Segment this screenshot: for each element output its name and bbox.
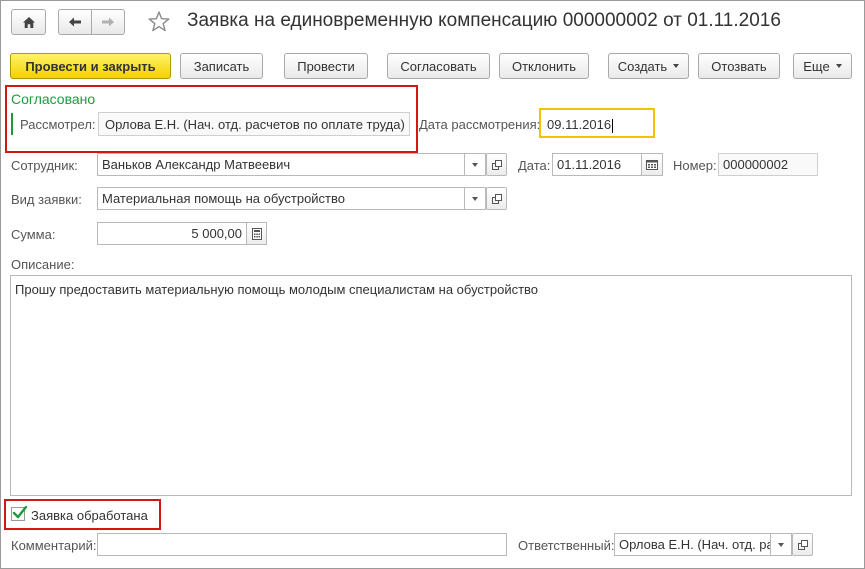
back-arrow-icon: [69, 17, 81, 27]
favorite-button[interactable]: [147, 10, 173, 34]
create-label: Создать: [617, 58, 668, 74]
number-label: Номер:: [673, 158, 717, 173]
chevron-down-icon: [472, 162, 478, 167]
request-type-dropdown-button[interactable]: [465, 187, 486, 210]
chevron-down-icon: [673, 64, 680, 68]
approve-button[interactable]: Согласовать: [387, 53, 490, 79]
employee-open-button[interactable]: [486, 153, 507, 176]
status-bar: [11, 113, 13, 135]
calendar-icon: [646, 160, 658, 170]
employee-field[interactable]: Ваньков Александр Матвеевич: [97, 153, 465, 176]
save-button[interactable]: Записать: [180, 53, 263, 79]
chevron-down-icon: [472, 196, 478, 201]
checkmark-icon: [12, 505, 28, 519]
responsible-dropdown-button[interactable]: [771, 533, 792, 556]
review-date-field[interactable]: 09.11.2016: [539, 108, 655, 138]
text-cursor: [612, 118, 614, 133]
request-type-label: Вид заявки:: [11, 192, 82, 207]
create-menu-button[interactable]: Создать: [608, 53, 689, 79]
approval-status: Согласовано: [11, 91, 96, 107]
amount-label: Сумма:: [11, 227, 56, 242]
date-label: Дата:: [518, 158, 551, 173]
open-icon: [491, 193, 502, 204]
post-button[interactable]: Провести: [284, 53, 368, 79]
reviewer-label: Рассмотрел:: [20, 117, 96, 132]
review-date-value: 09.11.2016: [547, 117, 612, 132]
request-type-open-button[interactable]: [486, 187, 507, 210]
employee-label: Сотрудник:: [11, 158, 78, 173]
comment-label: Комментарий:: [11, 538, 97, 553]
open-icon: [797, 539, 808, 550]
description-textarea[interactable]: Прошу предоставить материальную помощь м…: [10, 275, 852, 496]
amount-field[interactable]: 5 000,00: [97, 222, 247, 245]
responsible-open-button[interactable]: [792, 533, 813, 556]
date-field[interactable]: 01.11.2016: [552, 153, 642, 176]
responsible-label: Ответственный:: [518, 538, 615, 553]
processed-label: Заявка обработана: [31, 508, 148, 523]
calculator-icon: [251, 227, 262, 240]
star-icon: [148, 11, 170, 32]
open-icon: [491, 159, 502, 170]
reject-button[interactable]: Отклонить: [499, 53, 589, 79]
more-label: Еще: [803, 58, 830, 74]
reviewer-field[interactable]: Орлова Е.Н. (Нач. отд. расчетов по оплат…: [98, 112, 410, 136]
responsible-field[interactable]: Орлова Е.Н. (Нач. отд. ра: [614, 533, 771, 556]
home-icon: [22, 16, 35, 28]
calculator-button[interactable]: [246, 222, 267, 245]
review-date-label: Дата рассмотрения:: [419, 117, 541, 132]
post-and-close-button[interactable]: Провести и закрыть: [10, 53, 171, 79]
calendar-button[interactable]: [642, 153, 663, 176]
request-type-field[interactable]: Материальная помощь на обустройство: [97, 187, 465, 210]
processed-checkbox[interactable]: [11, 505, 28, 521]
chevron-down-icon: [835, 64, 842, 68]
forward-arrow-icon: [102, 17, 114, 27]
comment-field[interactable]: [97, 533, 507, 556]
employee-dropdown-button[interactable]: [465, 153, 486, 176]
forward-button[interactable]: [91, 9, 125, 35]
back-button[interactable]: [58, 9, 92, 35]
more-menu-button[interactable]: Еще: [793, 53, 852, 79]
number-field[interactable]: 000000002: [718, 153, 818, 176]
chevron-down-icon: [778, 542, 784, 547]
recall-button[interactable]: Отозвать: [698, 53, 780, 79]
home-button[interactable]: [11, 9, 46, 35]
window-title: Заявка на единовременную компенсацию 000…: [187, 10, 781, 31]
description-label: Описание:: [11, 257, 75, 272]
